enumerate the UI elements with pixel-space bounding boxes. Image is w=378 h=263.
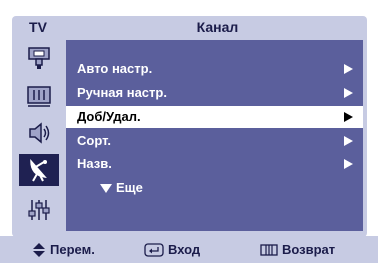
menu-more-label: Еще — [116, 180, 143, 195]
menu-more-item[interactable]: Еще — [66, 177, 363, 199]
menu-item-label: Назв. — [77, 156, 112, 171]
menu-item-label: Ручная настр. — [77, 85, 167, 100]
sound-icon[interactable] — [19, 117, 59, 149]
arrow-right-icon — [344, 159, 353, 169]
picture-icon[interactable] — [19, 79, 59, 111]
menu-item-label: Авто настр. — [77, 61, 153, 76]
arrow-right-icon — [344, 64, 353, 74]
menu-item-label: Сорт. — [77, 133, 111, 148]
menu-item-auto-tune[interactable]: Авто настр. — [66, 58, 363, 80]
osd-window: TV Канал Авто настр. Ручная настр. Доб/У… — [12, 16, 367, 237]
menu-item-sort[interactable]: Сорт. — [66, 130, 363, 152]
channel-antenna-icon[interactable] — [19, 154, 59, 186]
footer-enter-label: Вход — [168, 242, 201, 257]
footer-help-bar: Перем. Вход Возврат — [0, 236, 378, 263]
arrow-right-icon — [344, 112, 353, 122]
up-down-arrows-icon — [33, 242, 45, 257]
source-label: TV — [29, 19, 47, 35]
setup-sliders-icon[interactable] — [19, 194, 59, 226]
menu-item-add-delete[interactable]: Доб/Удал. — [66, 106, 363, 128]
menu-item-label: Доб/Удал. — [77, 109, 141, 124]
arrow-right-icon — [344, 88, 353, 98]
menu-item-manual-tune[interactable]: Ручная настр. — [66, 82, 363, 104]
footer-move-label: Перем. — [50, 242, 95, 257]
menu-title: Канал — [196, 19, 239, 35]
enter-icon — [144, 242, 164, 257]
footer-return-label: Возврат — [282, 242, 336, 257]
input-icon[interactable] — [19, 42, 59, 74]
menu-item-name[interactable]: Назв. — [66, 153, 363, 175]
arrow-right-icon — [344, 136, 353, 146]
channel-menu-panel: Авто настр. Ручная настр. Доб/Удал. Сорт… — [66, 40, 363, 231]
footer-return: Возврат — [260, 236, 335, 263]
menu-category-sidebar — [16, 40, 62, 237]
title-bar: TV Канал — [12, 16, 367, 39]
arrow-down-icon — [100, 184, 112, 193]
footer-enter: Вход — [144, 236, 200, 263]
return-menu-icon — [260, 243, 278, 256]
footer-move: Перем. — [32, 236, 95, 263]
